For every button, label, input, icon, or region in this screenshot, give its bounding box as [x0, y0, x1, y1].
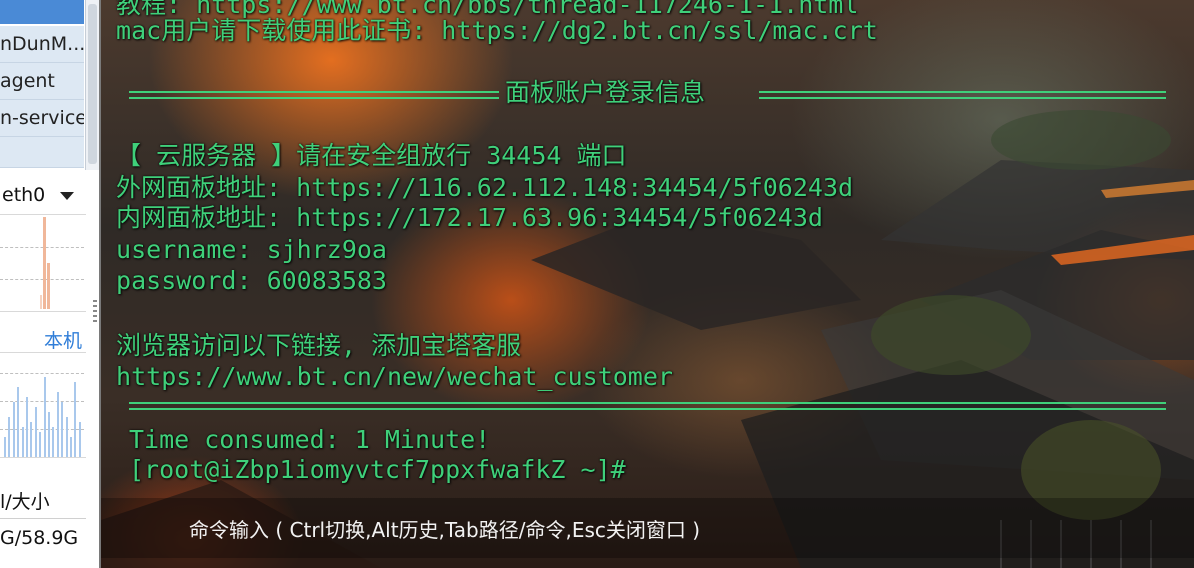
- process-item[interactable]: agent: [0, 63, 84, 100]
- traffic-spike-bar: [47, 263, 50, 309]
- divider: [0, 518, 86, 519]
- mac-cert-line: mac用户请下载使用此证书: https://dg2.bt.cn/ssl/mac…: [101, 16, 878, 45]
- scrollbar-thumb[interactable]: [88, 4, 97, 164]
- io-bar: [48, 412, 50, 457]
- chevron-down-icon[interactable]: [60, 192, 74, 200]
- process-list-scrollbar[interactable]: [85, 0, 99, 170]
- io-bar: [30, 422, 33, 457]
- network-interface-select[interactable]: eth0: [2, 184, 45, 206]
- traffic-spike-bar: [40, 295, 42, 309]
- grid-line: [0, 373, 84, 374]
- io-chart: [0, 352, 86, 458]
- io-bar: [70, 437, 72, 457]
- shell-prompt[interactable]: [root@iZbp1iomyvtcf7ppxfwafkZ ~]#: [129, 455, 626, 485]
- separator-line: [129, 402, 1166, 404]
- process-list-header: [0, 0, 84, 24]
- disk-size-value: G/58.9G: [0, 527, 79, 549]
- account-info-title: 面板账户登录信息: [505, 78, 706, 107]
- separator-line: [129, 408, 1166, 410]
- process-name: agent: [0, 70, 55, 92]
- terminal[interactable]: 教程: https://www.bt.cn/bbs/thread-117246-…: [101, 0, 1194, 568]
- process-name: nDunM...: [0, 33, 84, 55]
- io-bar: [34, 407, 37, 457]
- io-bar: [74, 382, 77, 457]
- process-item-empty: [0, 137, 84, 168]
- io-bar: [21, 427, 24, 457]
- side-panel: nDunM... agent n-service eth0 本机 l/大小 G/…: [0, 0, 100, 568]
- wechat-url-line[interactable]: https://www.bt.cn/new/wechat_customer: [101, 362, 673, 392]
- io-bar: [78, 422, 81, 457]
- io-bar: [12, 402, 15, 457]
- process-item[interactable]: n-service: [0, 100, 84, 137]
- io-bar: [65, 417, 68, 457]
- process-name: n-service: [0, 107, 84, 129]
- separator-line: [759, 97, 1166, 99]
- grid-line: [0, 279, 84, 280]
- io-bar: [8, 417, 11, 457]
- command-input-hint[interactable]: 命令输入 ( Ctrl切换,Alt历史,Tab路径/命令,Esc关闭窗口 ): [189, 514, 700, 543]
- io-bar: [39, 432, 42, 457]
- internal-panel-address[interactable]: 内网面板地址: https://172.17.63.96:34454/5f062…: [101, 203, 823, 233]
- resize-grip-icon[interactable]: [93, 300, 97, 322]
- separator-line: [759, 91, 1166, 93]
- grid-line: [0, 247, 84, 248]
- time-consumed-line: Time consumed: 1 Minute!: [129, 425, 491, 454]
- io-bar: [56, 392, 59, 457]
- cloud-server-notice: 【 云服务器 】请在安全组放行 34454 端口: [101, 141, 627, 170]
- username-line: username: sjhrz9oa: [101, 235, 387, 264]
- network-chart: [0, 214, 86, 312]
- local-tab-link[interactable]: 本机: [44, 326, 82, 353]
- process-item[interactable]: nDunM...: [0, 26, 84, 63]
- disk-column-header: l/大小: [0, 491, 50, 513]
- traffic-spike-bar: [43, 217, 46, 309]
- io-bar: [26, 397, 28, 457]
- io-bar: [4, 437, 6, 457]
- separator-line: [129, 97, 499, 99]
- separator-line: [129, 91, 499, 93]
- browser-hint-line: 浏览器访问以下链接, 添加宝塔客服: [101, 331, 522, 360]
- io-bar: [52, 427, 55, 457]
- io-bar: [17, 387, 20, 457]
- io-bar: [61, 402, 64, 457]
- external-panel-address[interactable]: 外网面板地址: https://116.62.112.148:34454/5f0…: [101, 173, 853, 203]
- password-line: password: 60083583: [101, 266, 387, 295]
- io-bar: [43, 377, 46, 457]
